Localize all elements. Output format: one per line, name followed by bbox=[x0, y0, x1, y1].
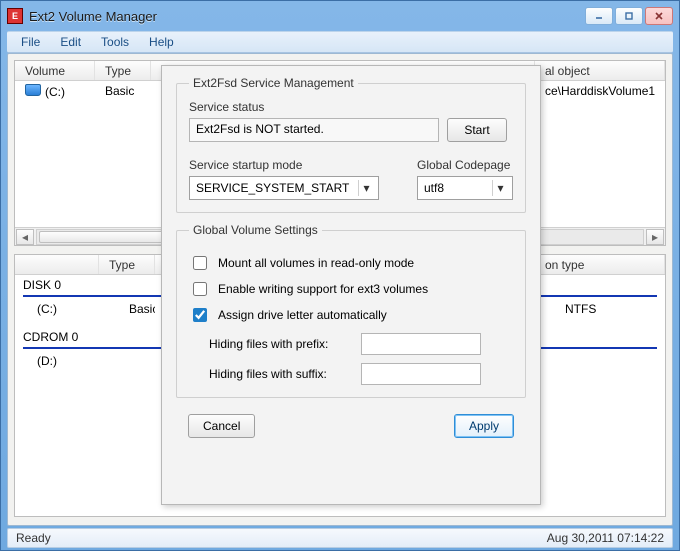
titlebar: E Ext2 Volume Manager bbox=[1, 1, 679, 31]
ext3write-label: Enable writing support for ext3 volumes bbox=[218, 282, 428, 296]
startup-mode-label: Service startup mode bbox=[189, 158, 393, 172]
cell-type: Basic bbox=[95, 83, 151, 99]
col-type[interactable]: Type bbox=[95, 61, 151, 80]
readonly-row[interactable]: Mount all volumes in read-only mode bbox=[189, 253, 513, 273]
window-buttons bbox=[585, 7, 673, 25]
app-icon: E bbox=[7, 8, 23, 24]
col-physical-object[interactable]: al object bbox=[535, 61, 665, 80]
readonly-label: Mount all volumes in read-only mode bbox=[218, 256, 414, 270]
cell-volume-text: (C:) bbox=[45, 85, 65, 99]
dcol-type[interactable]: Type bbox=[99, 255, 155, 274]
maximize-button[interactable] bbox=[615, 7, 643, 25]
cell-physical-object: ce\HarddiskVolume1 bbox=[535, 83, 665, 99]
ext3write-checkbox[interactable] bbox=[193, 282, 207, 296]
global-volume-settings-legend: Global Volume Settings bbox=[189, 223, 322, 237]
status-left: Ready bbox=[16, 531, 51, 545]
cancel-button[interactable]: Cancel bbox=[188, 414, 255, 438]
menu-file[interactable]: File bbox=[11, 33, 50, 51]
cdrom0-volume: (D:) bbox=[15, 353, 99, 369]
codepage-selected: utf8 bbox=[424, 181, 444, 195]
service-status-label: Service status bbox=[189, 100, 513, 114]
startup-mode-select[interactable]: SERVICE_SYSTEM_START ▾ bbox=[189, 176, 379, 200]
autodrive-label: Assign drive letter automatically bbox=[218, 308, 387, 322]
menu-bar: File Edit Tools Help bbox=[7, 31, 673, 53]
autodrive-checkbox[interactable] bbox=[193, 308, 207, 322]
dcol-partition-type[interactable]: on type bbox=[535, 255, 665, 274]
menu-tools[interactable]: Tools bbox=[91, 33, 139, 51]
scroll-left-icon[interactable]: ◂ bbox=[16, 229, 34, 245]
ext3write-row[interactable]: Enable writing support for ext3 volumes bbox=[189, 279, 513, 299]
col-volume[interactable]: Volume bbox=[15, 61, 95, 80]
drive-icon bbox=[25, 84, 41, 96]
startup-mode-selected: SERVICE_SYSTEM_START bbox=[196, 181, 349, 195]
cell-volume: (C:) bbox=[15, 83, 95, 100]
disk0-parttype: NTFS bbox=[535, 301, 665, 317]
prefix-input[interactable] bbox=[361, 333, 481, 355]
minimize-button[interactable] bbox=[585, 7, 613, 25]
suffix-input[interactable] bbox=[361, 363, 481, 385]
menu-help[interactable]: Help bbox=[139, 33, 184, 51]
service-management-legend: Ext2Fsd Service Management bbox=[189, 76, 358, 90]
close-button[interactable] bbox=[645, 7, 673, 25]
apply-button[interactable]: Apply bbox=[454, 414, 514, 438]
disk0-type: Basic bbox=[99, 301, 155, 317]
window-title: Ext2 Volume Manager bbox=[29, 9, 585, 24]
codepage-label: Global Codepage bbox=[417, 158, 513, 172]
start-button[interactable]: Start bbox=[447, 118, 507, 142]
autodrive-row[interactable]: Assign drive letter automatically bbox=[189, 305, 513, 325]
service-status-value: Ext2Fsd is NOT started. bbox=[189, 118, 439, 142]
codepage-select[interactable]: utf8 ▾ bbox=[417, 176, 513, 200]
readonly-checkbox[interactable] bbox=[193, 256, 207, 270]
service-management-dialog: Ext2Fsd Service Management Service statu… bbox=[161, 65, 541, 505]
service-management-group: Ext2Fsd Service Management Service statu… bbox=[176, 76, 526, 213]
status-right: Aug 30,2011 07:14:22 bbox=[547, 531, 664, 545]
menu-edit[interactable]: Edit bbox=[50, 33, 91, 51]
chevron-down-icon: ▾ bbox=[358, 180, 374, 196]
suffix-label: Hiding files with suffix: bbox=[209, 367, 349, 381]
chevron-down-icon: ▾ bbox=[492, 180, 508, 196]
global-volume-settings-group: Global Volume Settings Mount all volumes… bbox=[176, 223, 526, 398]
dcol-blank bbox=[15, 255, 99, 274]
disk0-volume: (C:) bbox=[15, 301, 99, 317]
scroll-right-icon[interactable]: ▸ bbox=[646, 229, 664, 245]
prefix-label: Hiding files with prefix: bbox=[209, 337, 349, 351]
status-bar: Ready Aug 30,2011 07:14:22 bbox=[7, 528, 673, 548]
